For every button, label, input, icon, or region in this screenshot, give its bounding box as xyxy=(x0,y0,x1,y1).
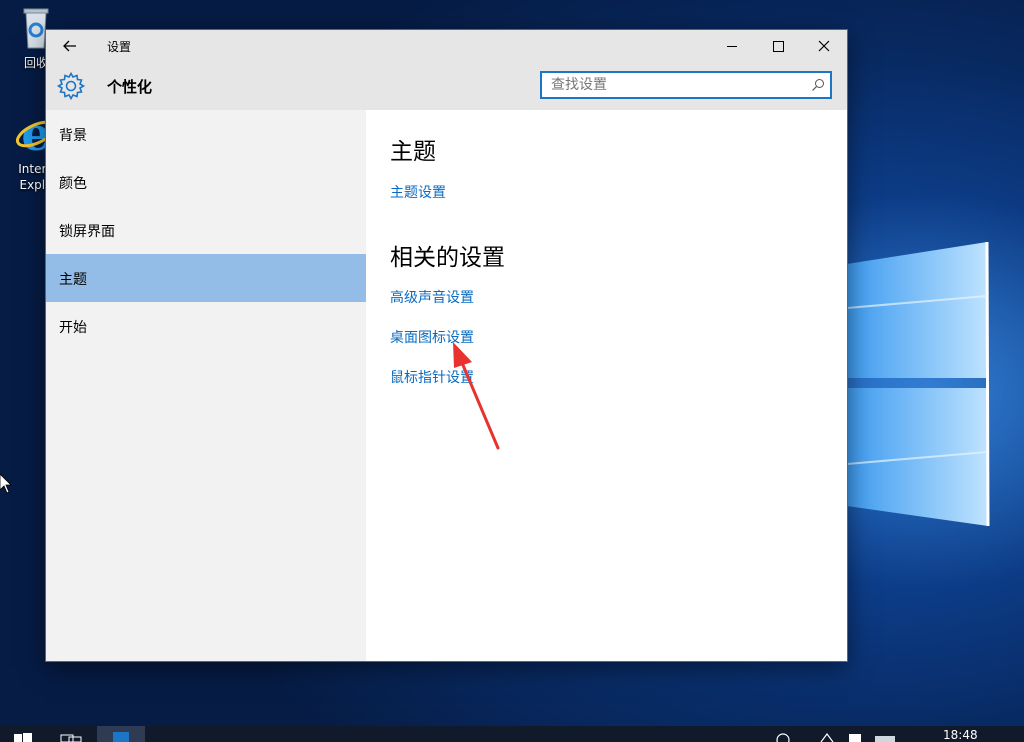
sidebar-item-label: 开始 xyxy=(59,320,87,336)
network-icon xyxy=(776,733,790,742)
gear-icon xyxy=(56,71,86,101)
task-view-icon xyxy=(60,734,74,742)
start-button[interactable] xyxy=(14,733,32,742)
system-tray[interactable] xyxy=(775,732,905,742)
sidebar-item-lock-screen[interactable]: 锁屏界面 xyxy=(46,206,366,254)
back-button[interactable] xyxy=(56,34,84,58)
sidebar-item-label: 主题 xyxy=(59,272,87,288)
windows-start-icon xyxy=(14,734,22,742)
windows-logo-wallpaper xyxy=(847,236,992,532)
input-method-icon xyxy=(875,736,895,742)
minimize-icon xyxy=(726,45,737,47)
sidebar-item-label: 颜色 xyxy=(59,176,87,192)
section-heading-related-settings: 相关的设置 xyxy=(390,245,505,271)
sidebar-item-start[interactable]: 开始 xyxy=(46,302,366,350)
taskbar: 18:48 xyxy=(0,726,1024,742)
sidebar-item-label: 背景 xyxy=(59,128,87,144)
link-advanced-sound-settings[interactable]: 高级声音设置 xyxy=(390,287,474,307)
sidebar-item-background[interactable]: 背景 xyxy=(46,110,366,158)
search-input[interactable] xyxy=(542,73,806,97)
notification-icon xyxy=(849,734,861,742)
taskbar-settings-app[interactable] xyxy=(97,726,145,742)
back-arrow-icon xyxy=(63,40,76,52)
sidebar-nav: 背景 颜色 锁屏界面 主题 开始 xyxy=(46,110,366,661)
main-content: 主题 主题设置 相关的设置 高级声音设置 桌面图标设置 鼠标指针设置 xyxy=(366,110,847,661)
close-button[interactable] xyxy=(801,30,847,62)
title-bar: 设置 xyxy=(46,30,847,62)
sidebar-item-colors[interactable]: 颜色 xyxy=(46,158,366,206)
sidebar-item-themes[interactable]: 主题 xyxy=(46,254,366,302)
taskbar-clock[interactable]: 18:48 xyxy=(943,728,978,742)
search-icon xyxy=(812,79,824,91)
page-title: 个性化 xyxy=(107,78,153,96)
section-heading-themes: 主题 xyxy=(390,139,436,165)
search-button[interactable] xyxy=(806,73,830,97)
chevron-up-icon xyxy=(820,733,834,742)
maximize-button[interactable] xyxy=(755,30,801,62)
window-title: 设置 xyxy=(107,40,132,54)
link-theme-settings[interactable]: 主题设置 xyxy=(390,182,446,202)
annotation-arrow-icon xyxy=(453,342,500,450)
sidebar-item-label: 锁屏界面 xyxy=(59,224,115,240)
mouse-cursor-icon xyxy=(0,474,12,494)
task-view-button[interactable] xyxy=(60,734,82,742)
minimize-button[interactable] xyxy=(709,30,755,62)
search-box xyxy=(540,71,832,99)
close-icon xyxy=(818,40,830,52)
settings-app-icon xyxy=(113,732,129,742)
settings-header: 个性化 xyxy=(46,62,847,110)
maximize-icon xyxy=(772,40,784,52)
